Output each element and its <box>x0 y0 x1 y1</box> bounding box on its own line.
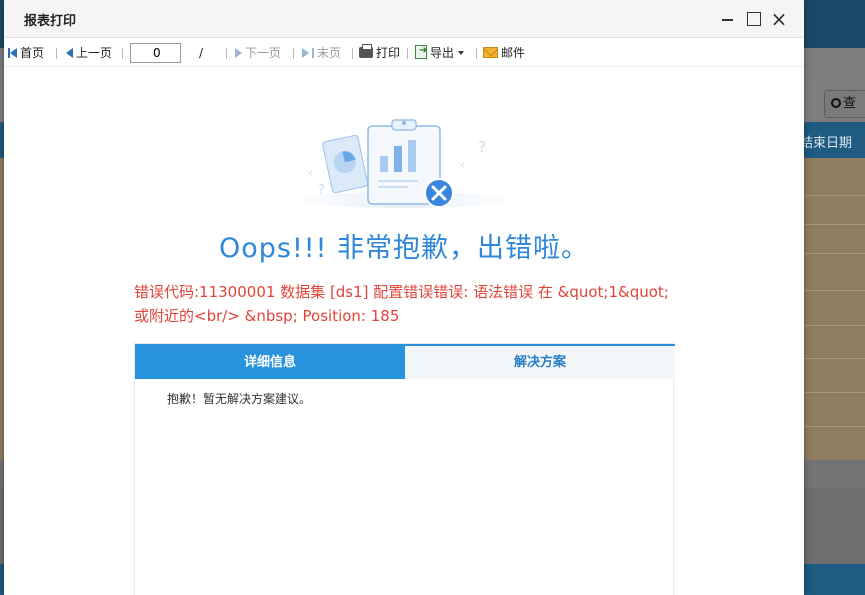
error-message: 错误代码:11300001 数据集 [ds1] 配置错误错误: 语法错误 在 &… <box>134 283 669 325</box>
error-clipboard-illustration: ? ? × × <box>286 119 522 208</box>
first-page-button[interactable]: 首页 <box>8 45 44 61</box>
last-page-label: 末页 <box>317 46 342 60</box>
panel-content-text: 抱歉！暂无解决方案建议。 <box>167 392 312 406</box>
bg-search-button: 查 <box>824 90 865 118</box>
question-mark-icon: ? <box>318 183 325 198</box>
export-icon <box>415 43 427 59</box>
dialog-title: 报表打印 <box>24 14 77 29</box>
email-label: 邮件 <box>501 46 526 60</box>
prev-page-label: 上一页 <box>76 46 113 60</box>
report-print-dialog: 报表打印 × 首页 上一页 / 下一页 末页 打印 导出 邮件 <box>4 0 804 595</box>
last-page-button[interactable]: 末页 <box>302 45 341 61</box>
pie-card-icon <box>322 134 369 194</box>
page-separator: / <box>199 46 204 60</box>
toolbar-divider <box>407 48 408 59</box>
chevron-down-icon <box>458 51 465 55</box>
close-icon[interactable]: × <box>769 9 789 29</box>
minimize-icon[interactable] <box>718 9 738 29</box>
bg-search-label: 查 <box>843 96 857 111</box>
print-button[interactable]: 打印 <box>359 44 401 61</box>
bg-row-line <box>800 290 865 291</box>
report-toolbar: 首页 上一页 / 下一页 末页 打印 导出 邮件 <box>4 39 804 67</box>
export-button[interactable]: 导出 <box>415 43 465 61</box>
next-page-button[interactable]: 下一页 <box>235 45 281 61</box>
error-headline: Oops!!! 非常抱歉，出错啦。 <box>218 233 590 264</box>
error-x-icon <box>424 178 454 208</box>
bg-row-line <box>800 392 865 393</box>
sparkle-icon: × <box>458 161 466 171</box>
bg-row-line <box>800 426 865 427</box>
bg-row-line <box>800 325 865 326</box>
prev-page-icon <box>66 48 73 58</box>
print-label: 打印 <box>376 46 401 60</box>
info-panel: 详细信息 解决方案 抱歉！暂无解决方案建议。 <box>134 343 675 595</box>
sparkle-icon: × <box>306 169 314 179</box>
maximize-icon[interactable] <box>744 9 764 29</box>
tab-details[interactable]: 详细信息 <box>135 346 405 379</box>
toolbar-divider <box>293 48 294 59</box>
last-page-icon <box>312 48 314 58</box>
toolbar-divider <box>56 48 57 59</box>
printer-icon <box>359 44 373 58</box>
question-mark-icon: ? <box>478 138 486 156</box>
info-tabs: 详细信息 解决方案 <box>135 344 675 379</box>
bg-row-line <box>800 358 865 359</box>
dialog-content: ? ? × × Oops!!! 非常抱歉，出错啦。 错误代码:11300001 … <box>4 68 804 595</box>
toolbar-divider <box>476 48 477 59</box>
page-number-input[interactable] <box>130 43 181 63</box>
last-page-arrow-icon <box>302 48 309 58</box>
bg-row-line <box>800 224 865 225</box>
toolbar-divider <box>122 48 123 59</box>
toolbar-divider <box>352 48 353 59</box>
export-label: 导出 <box>430 46 455 60</box>
bg-column-header: 结束日期 <box>800 136 853 151</box>
tab-solutions[interactable]: 解决方案 <box>405 346 675 379</box>
toolbar-divider <box>226 48 227 59</box>
next-page-icon <box>235 48 242 58</box>
bg-row-line <box>800 253 865 254</box>
mail-icon <box>483 47 498 58</box>
first-page-label: 首页 <box>20 46 45 60</box>
email-button[interactable]: 邮件 <box>483 45 525 61</box>
next-page-label: 下一页 <box>245 46 282 60</box>
search-icon <box>831 98 841 108</box>
dialog-titlebar: 报表打印 × <box>4 0 804 38</box>
bg-row-line <box>800 195 865 196</box>
prev-page-button[interactable]: 上一页 <box>66 45 112 61</box>
first-page-arrow-icon <box>10 48 17 58</box>
